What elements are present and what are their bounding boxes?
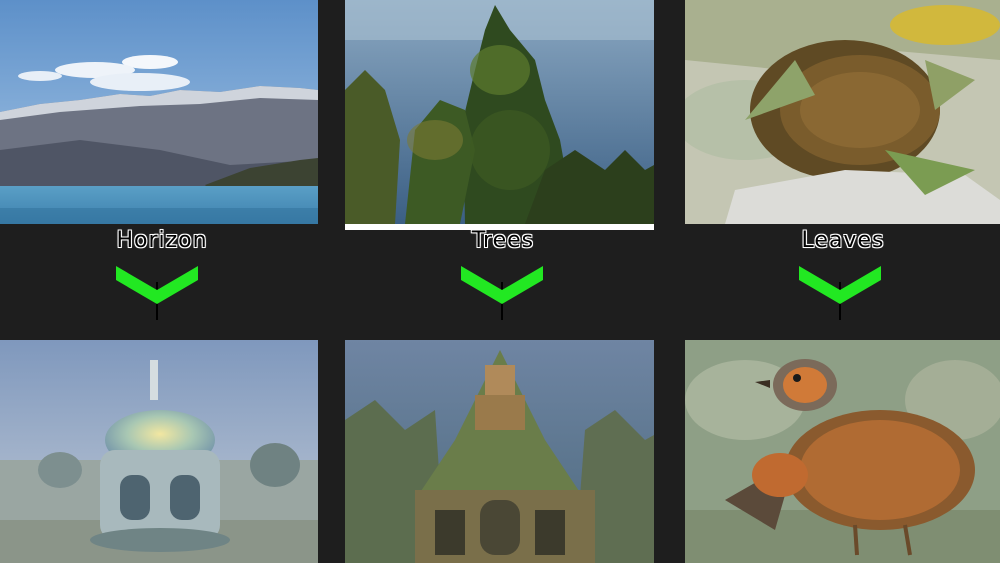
down-arrow-icon <box>795 262 885 322</box>
horizon-source-image <box>0 0 318 224</box>
horizon-dream-image <box>0 340 318 563</box>
column-label-horizon: Horizon <box>116 228 208 253</box>
leaves-source-image <box>685 0 1000 224</box>
trees-dream-image <box>345 340 654 563</box>
leaves-dream-image <box>685 340 1000 563</box>
column-label-trees: Trees <box>471 228 535 253</box>
down-arrow-icon <box>112 262 202 322</box>
trees-source-image <box>345 0 654 230</box>
column-label-leaves: Leaves <box>801 228 885 253</box>
down-arrow-icon <box>457 262 547 322</box>
